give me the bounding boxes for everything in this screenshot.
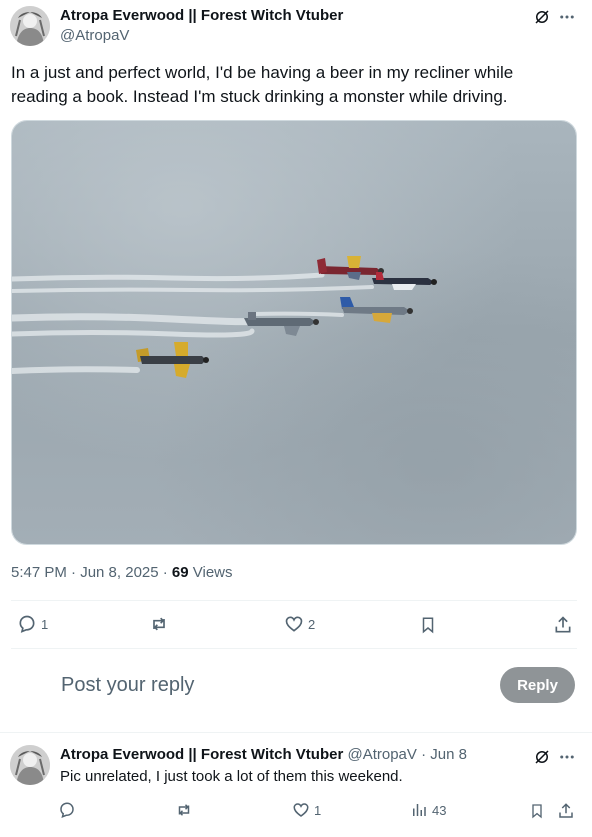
more-icon[interactable]: [556, 746, 578, 768]
reply-text: Pic unrelated, I just took a lot of them…: [60, 768, 403, 785]
author-handle[interactable]: @AtropaV: [60, 27, 129, 44]
repost-icon: [178, 804, 190, 816]
grok-icon[interactable]: [531, 6, 553, 28]
post-timestamp[interactable]: 5:47 PM · Jun 8, 2025 · 69 Views: [11, 564, 233, 581]
divider: [11, 648, 577, 649]
reply-input[interactable]: Post your reply: [61, 674, 194, 697]
more-icon[interactable]: [556, 6, 578, 28]
post-time[interactable]: 5:47 PM · Jun 8, 2025 ·: [11, 564, 172, 581]
divider: [0, 732, 592, 733]
reply-author-handle[interactable]: @AtropaV: [347, 746, 416, 763]
reply-count: 1: [41, 616, 49, 632]
reply-action[interactable]: 1: [17, 614, 48, 634]
reply-dot: ·: [421, 746, 427, 763]
share-icon[interactable]: [552, 614, 574, 636]
reply-icon: [60, 802, 74, 818]
reply-repost-action[interactable]: [174, 801, 194, 819]
reply-author-name[interactable]: Atropa Everwood || Forest Witch Vtuber: [60, 746, 343, 763]
reply-button[interactable]: Reply: [500, 667, 575, 703]
grok-icon[interactable]: [531, 746, 553, 768]
post-text: In a just and perfect world, I'd be havi…: [11, 63, 514, 106]
bookmark-icon[interactable]: [527, 801, 547, 821]
bookmark-icon[interactable]: [417, 614, 439, 636]
author-name[interactable]: Atropa Everwood || Forest Witch Vtuber: [60, 7, 343, 24]
reply-views-action[interactable]: 43: [410, 801, 446, 819]
like-action[interactable]: 2: [284, 614, 315, 634]
views-label: Views: [188, 564, 233, 581]
reply-reply-action[interactable]: [58, 801, 76, 819]
author-avatar[interactable]: [10, 6, 50, 46]
heart-icon: [293, 803, 309, 817]
post-image[interactable]: [11, 120, 577, 545]
repost-icon: [153, 617, 165, 631]
reply-like-count: 1: [314, 802, 322, 818]
heart-icon: [285, 616, 303, 632]
analytics-icon: [413, 804, 426, 816]
like-count: 2: [308, 616, 316, 632]
divider: [11, 600, 577, 601]
repost-action[interactable]: [148, 614, 174, 634]
reply-header: Atropa Everwood || Forest Witch Vtuber @…: [60, 746, 467, 763]
reply-icon: [19, 615, 35, 633]
reply-like-action[interactable]: 1: [292, 801, 321, 819]
reply-author-avatar[interactable]: [10, 745, 50, 785]
reply-views-count: 43: [432, 802, 447, 818]
views-count: 69: [171, 564, 189, 581]
share-icon[interactable]: [556, 801, 576, 821]
reply-date[interactable]: Jun 8: [430, 746, 467, 763]
